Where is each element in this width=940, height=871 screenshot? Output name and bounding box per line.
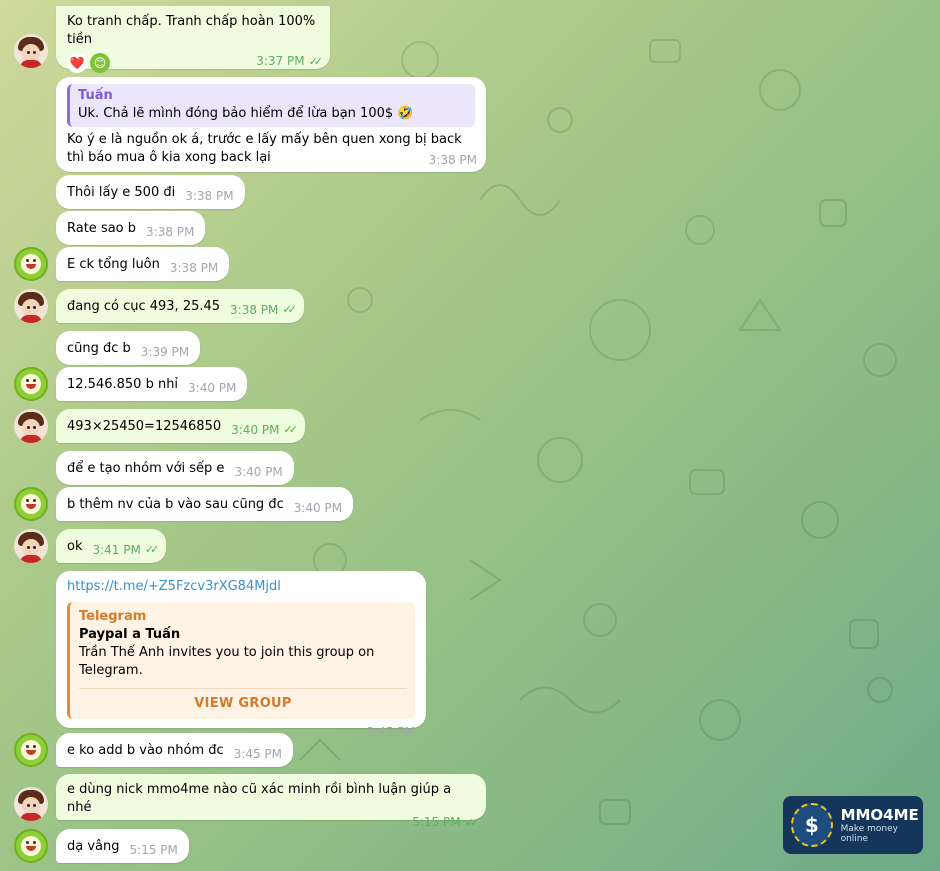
read-ticks-icon: ✓✓ — [464, 816, 480, 829]
reply-quote[interactable]: Tuấn Uk. Chả lẽ mình đóng bảo hiểm để lừ… — [67, 84, 475, 127]
message-time: 3:40 PM — [234, 465, 283, 479]
smile-reaction-icon[interactable]: 😊 — [90, 53, 110, 73]
contact-avatar[interactable] — [14, 289, 48, 323]
message-text: đang có cục 493, 25.45 — [67, 299, 221, 314]
message-time: 5:15 PM — [412, 815, 461, 829]
message-time: 3:38 PM — [230, 303, 279, 317]
heart-reaction-icon[interactable]: ❤️ — [67, 53, 87, 73]
incoming-message[interactable]: Tuấn Uk. Chả lẽ mình đóng bảo hiểm để lừ… — [56, 77, 486, 172]
view-group-button[interactable]: VIEW GROUP — [79, 695, 407, 713]
incoming-message[interactable]: cũng đc b 3:39 PM — [56, 331, 201, 365]
message-time: 3:40 PM — [188, 381, 237, 395]
message-time: 3:38 PM — [146, 225, 195, 239]
mmo4me-watermark-logo: $ MMO4ME Make money online — [783, 796, 923, 854]
preview-source: Telegram — [79, 609, 147, 624]
message-time: 3:38 PM — [185, 189, 234, 203]
message-text: dạ vâng — [67, 839, 120, 854]
incoming-message[interactable]: E ck tổng luôn 3:38 PM — [56, 247, 230, 281]
reply-text: Uk. Chả lẽ mình đóng bảo hiểm để lừa bạn… — [78, 106, 414, 121]
logo-name: MMO4ME — [840, 806, 919, 824]
message-time: 3:45 PM — [366, 725, 415, 739]
message-time: 3:40 PM — [231, 423, 280, 437]
message-reactions[interactable]: ❤️ 😊 — [67, 53, 110, 73]
outgoing-message[interactable]: đang có cục 493, 25.45 3:38 PM ✓✓ — [56, 289, 304, 323]
message-text: E ck tổng luôn — [67, 257, 160, 272]
outgoing-message[interactable]: ok 3:41 PM ✓✓ — [56, 529, 167, 563]
outgoing-message[interactable]: e dùng nick mmo4me nào cũ xác minh rồi b… — [56, 774, 486, 829]
read-ticks-icon: ✓✓ — [282, 303, 297, 316]
message-text: b thêm nv của b vào sau cũng đc — [67, 497, 284, 512]
message-text: 12.546.850 b nhỉ — [67, 377, 179, 392]
logo-tagline: Make money online — [840, 824, 898, 844]
message-time: 3:41 PM — [92, 543, 141, 557]
link-preview-card[interactable]: Telegram Paypal a Tuấn Trần Thế Anh invi… — [67, 602, 415, 719]
message-text: cũng đc b — [67, 341, 131, 356]
incoming-message[interactable]: 12.546.850 b nhỉ 3:40 PM — [56, 367, 248, 401]
message-time: 3:38 PM — [428, 153, 477, 167]
outgoing-message[interactable]: 493×25450=12546850 3:40 PM ✓✓ — [56, 409, 305, 443]
message-text: Thôi lấy e 500 đi — [67, 185, 176, 200]
incoming-message[interactable]: e ko add b vào nhóm đc 3:45 PM — [56, 733, 294, 767]
contact-avatar[interactable] — [14, 529, 48, 563]
contact-avatar[interactable] — [14, 367, 48, 401]
preview-description: Trần Thế Anh invites you to join this gr… — [79, 645, 375, 678]
incoming-message[interactable]: Thôi lấy e 500 đi 3:38 PM — [56, 175, 245, 209]
contact-avatar[interactable] — [14, 487, 48, 521]
contact-avatar[interactable] — [14, 787, 48, 821]
message-time: 3:40 PM — [293, 501, 343, 515]
contact-avatar[interactable] — [14, 34, 48, 68]
message-text: Rate sao b — [67, 221, 137, 236]
dollar-icon: $ — [791, 803, 833, 847]
contact-avatar[interactable] — [14, 247, 48, 281]
message-text: Ko ý e là nguồn ok á, trước e lấy mấy bê… — [67, 132, 462, 165]
chat-message-list[interactable]: Ko tranh chấp. Tranh chấp hoàn 100% tiền… — [0, 0, 940, 871]
incoming-message[interactable]: b thêm nv của b vào sau cũng đc 3:40 PM — [56, 487, 354, 521]
read-ticks-icon: ✓✓ — [144, 543, 160, 556]
preview-divider — [79, 688, 407, 689]
incoming-message[interactable]: dạ vâng 5:15 PM — [56, 829, 189, 863]
group-invite-link[interactable]: https://t.me/+Z5Fzcv3rXG84Mjdl — [67, 578, 415, 596]
read-ticks-icon: ✓✓ — [308, 54, 324, 68]
message-time: 3:39 PM — [140, 345, 190, 359]
message-time: 3:37 PM — [256, 53, 305, 68]
reply-author: Tuấn — [78, 88, 113, 103]
message-time: 3:38 PM — [169, 261, 219, 275]
message-text: để e tạo nhóm với sếp e — [67, 461, 225, 476]
message-text: Ko tranh chấp. Tranh chấp hoàn 100% tiền — [67, 14, 316, 47]
incoming-link-message[interactable]: https://t.me/+Z5Fzcv3rXG84Mjdl Telegram … — [56, 571, 426, 739]
message-time: 5:15 PM — [129, 843, 178, 857]
message-text: e ko add b vào nhóm đc — [67, 743, 224, 758]
message-text: e dùng nick mmo4me nào cũ xác minh rồi b… — [67, 782, 452, 815]
preview-title: Paypal a Tuấn — [79, 627, 181, 642]
read-ticks-icon: ✓✓ — [283, 423, 298, 436]
message-time: 3:45 PM — [233, 747, 283, 761]
incoming-message[interactable]: để e tạo nhóm với sếp e 3:40 PM — [56, 451, 294, 485]
message-text: ok — [67, 539, 83, 554]
outgoing-message[interactable]: Ko tranh chấp. Tranh chấp hoàn 100% tiền… — [56, 6, 330, 73]
contact-avatar[interactable] — [14, 733, 48, 767]
message-text: 493×25450=12546850 — [67, 419, 222, 434]
contact-avatar[interactable] — [14, 829, 48, 863]
incoming-message[interactable]: Rate sao b 3:38 PM — [56, 211, 206, 245]
contact-avatar[interactable] — [14, 409, 48, 443]
